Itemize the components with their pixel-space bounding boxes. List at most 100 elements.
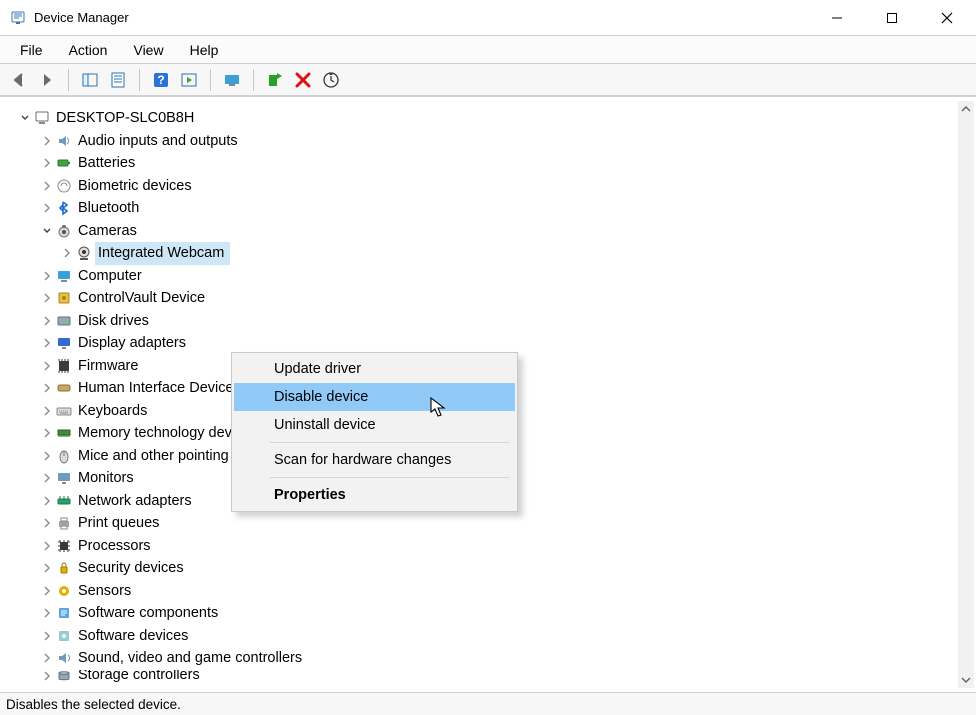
- chevron-right-icon[interactable]: [40, 541, 54, 551]
- tree-item[interactable]: Storage controllers: [40, 670, 956, 682]
- menu-view[interactable]: View: [123, 39, 173, 61]
- keyboard-icon: [55, 402, 73, 420]
- chevron-right-icon[interactable]: [40, 428, 54, 438]
- forward-button[interactable]: [34, 67, 60, 93]
- back-button[interactable]: [6, 67, 32, 93]
- scroll-up-button[interactable]: [958, 101, 974, 117]
- chevron-right-icon[interactable]: [40, 316, 54, 326]
- chevron-right-icon[interactable]: [40, 181, 54, 191]
- chevron-right-icon[interactable]: [40, 563, 54, 573]
- context-menu-item[interactable]: Properties: [234, 481, 515, 509]
- close-button[interactable]: [919, 0, 974, 35]
- toolbar: ?: [0, 64, 976, 96]
- tree-item[interactable]: Bluetooth: [40, 197, 956, 220]
- tree-item[interactable]: Biometric devices: [40, 175, 956, 198]
- chevron-right-icon[interactable]: [40, 406, 54, 416]
- uninstall-device-button[interactable]: [290, 67, 316, 93]
- menu-file[interactable]: File: [10, 39, 53, 61]
- monitor-icon: [55, 469, 73, 487]
- context-menu-item[interactable]: Disable device: [234, 383, 515, 411]
- show-devices-button[interactable]: [219, 67, 245, 93]
- chevron-right-icon[interactable]: [40, 608, 54, 618]
- camera-icon: [55, 222, 73, 240]
- tree-item-label: Sensors: [75, 580, 134, 603]
- vertical-scrollbar[interactable]: [958, 101, 974, 688]
- chevron-right-icon[interactable]: [40, 473, 54, 483]
- tree-item[interactable]: Sound, video and game controllers: [40, 647, 956, 670]
- display-icon: [55, 334, 73, 352]
- fingerprint-icon: [55, 177, 73, 195]
- chevron-down-icon[interactable]: [40, 226, 54, 236]
- window-title: Device Manager: [34, 10, 129, 25]
- controlvault-icon: [55, 289, 73, 307]
- chevron-right-icon[interactable]: [40, 203, 54, 213]
- status-text: Disables the selected device.: [6, 697, 181, 712]
- window-buttons: [809, 0, 974, 35]
- chevron-right-icon[interactable]: [40, 383, 54, 393]
- storage-icon: [55, 670, 73, 682]
- chevron-right-icon[interactable]: [40, 631, 54, 641]
- context-menu-item[interactable]: Scan for hardware changes: [234, 446, 515, 474]
- tree-item[interactable]: Security devices: [40, 557, 956, 580]
- tree-item[interactable]: Integrated Webcam: [60, 242, 956, 265]
- tree-item-label: Integrated Webcam: [95, 242, 230, 265]
- context-menu-item[interactable]: Update driver: [234, 355, 515, 383]
- sound-icon: [55, 649, 73, 667]
- chevron-right-icon[interactable]: [40, 271, 54, 281]
- tree-item[interactable]: Disk drives: [40, 310, 956, 333]
- action-center-button[interactable]: [176, 67, 202, 93]
- menu-help[interactable]: Help: [180, 39, 229, 61]
- chevron-right-icon[interactable]: [40, 518, 54, 528]
- app-icon: [10, 10, 26, 26]
- menu-action[interactable]: Action: [59, 39, 118, 61]
- chevron-right-icon[interactable]: [40, 136, 54, 146]
- chevron-right-icon[interactable]: [40, 653, 54, 663]
- chevron-right-icon[interactable]: [40, 338, 54, 348]
- update-driver-button[interactable]: [262, 67, 288, 93]
- mouse-icon: [55, 447, 73, 465]
- cpu-icon: [55, 537, 73, 555]
- title-left: Device Manager: [10, 10, 129, 26]
- tree-item-label: Biometric devices: [75, 175, 195, 198]
- chevron-right-icon[interactable]: [40, 586, 54, 596]
- tree-item[interactable]: Batteries: [40, 152, 956, 175]
- tree-item-label: Human Interface Device: [75, 377, 237, 400]
- tree-item[interactable]: Software components: [40, 602, 956, 625]
- tree-root-item[interactable]: DESKTOP-SLC0B8H: [18, 107, 956, 130]
- tree-item-label: Network adapters: [75, 490, 195, 513]
- tree-item[interactable]: Audio inputs and outputs: [40, 130, 956, 153]
- scan-hardware-button[interactable]: [318, 67, 344, 93]
- properties-button[interactable]: [105, 67, 131, 93]
- chevron-down-icon[interactable]: [18, 113, 32, 123]
- tree-item-label: Computer: [75, 265, 145, 288]
- tree-item[interactable]: Software devices: [40, 625, 956, 648]
- chevron-right-icon[interactable]: [40, 158, 54, 168]
- chevron-right-icon[interactable]: [40, 451, 54, 461]
- chevron-right-icon[interactable]: [40, 293, 54, 303]
- sensor-icon: [55, 582, 73, 600]
- printer-icon: [55, 514, 73, 532]
- scroll-down-button[interactable]: [958, 672, 974, 688]
- chevron-right-icon[interactable]: [60, 248, 74, 258]
- chevron-right-icon[interactable]: [40, 361, 54, 371]
- tree-item-label: Batteries: [75, 152, 138, 175]
- minimize-button[interactable]: [809, 0, 864, 35]
- show-hide-tree-button[interactable]: [77, 67, 103, 93]
- tree-item[interactable]: Processors: [40, 535, 956, 558]
- context-menu-item[interactable]: Uninstall device: [234, 411, 515, 439]
- tree-item[interactable]: Cameras: [40, 220, 956, 243]
- tree-item-label: Software components: [75, 602, 221, 625]
- bluetooth-icon: [55, 199, 73, 217]
- tree-item-label: Processors: [75, 535, 154, 558]
- tree-item[interactable]: Print queues: [40, 512, 956, 535]
- tree-item-label: Audio inputs and outputs: [75, 130, 241, 153]
- tree-item[interactable]: Sensors: [40, 580, 956, 603]
- tree-item[interactable]: ControlVault Device: [40, 287, 956, 310]
- tree-item-label: Bluetooth: [75, 197, 142, 220]
- tree-item[interactable]: Computer: [40, 265, 956, 288]
- maximize-button[interactable]: [864, 0, 919, 35]
- help-button[interactable]: ?: [148, 67, 174, 93]
- chevron-right-icon[interactable]: [40, 496, 54, 506]
- tree-item-label: Disk drives: [75, 310, 152, 333]
- chevron-right-icon[interactable]: [40, 671, 54, 681]
